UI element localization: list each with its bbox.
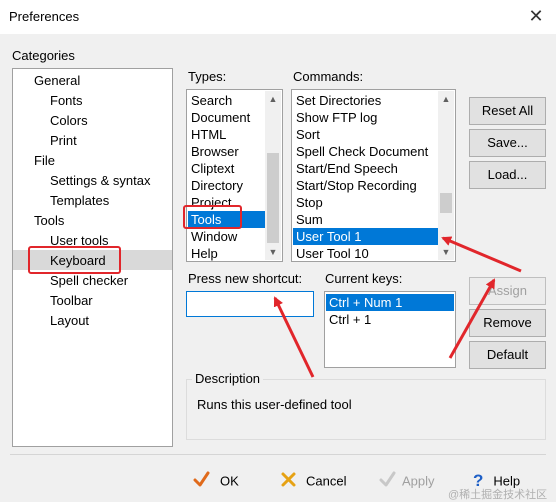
arrow-to-assign [448, 278, 496, 359]
annotation-arrows [273, 236, 522, 378]
arrow-to-user-tool [441, 236, 522, 273]
arrow-to-shortcut [273, 296, 315, 378]
